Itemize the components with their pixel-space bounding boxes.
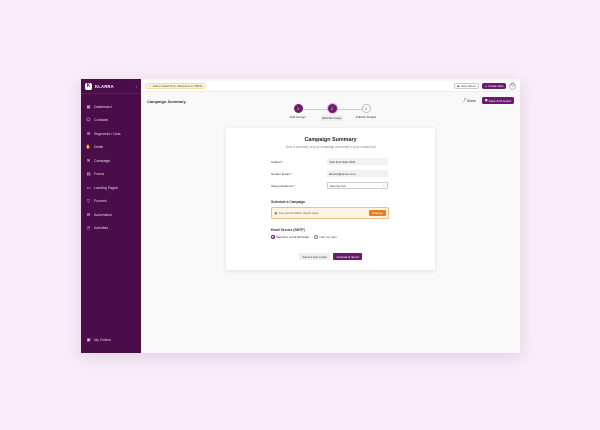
campaign-icon: ✉	[86, 157, 91, 163]
step-label: Edit Design	[290, 115, 306, 119]
app-window: K KLARRA ‹ ▦ Dashboard ☺ Contacts ☰ Segment…	[81, 79, 520, 353]
segments-icon: ☰	[86, 130, 91, 136]
activate-send-button[interactable]: Activate & Send	[332, 253, 362, 260]
deals-icon: ✋	[85, 144, 92, 150]
top-bar: ⚠ Jaime David M.G. Welcome to CRMe ▶ Hel…	[141, 81, 520, 92]
radio-button[interactable]	[314, 235, 318, 239]
sender-email-input[interactable]: abcsub@acme.com	[327, 170, 388, 177]
contacts-icon: ☺	[86, 117, 91, 123]
target-audience-label: Target Audience *	[271, 183, 296, 188]
schedule-box: ▦ Tue Jan 04 2022, (Send now) Change	[271, 207, 389, 219]
sidebar-footer: ▣ My Orders	[81, 334, 141, 348]
change-button[interactable]: Change	[368, 209, 386, 217]
campaign-summary-card: Campaign Summary View a summary of your …	[226, 128, 435, 270]
target-audience-select[interactable]: Monroe List ⌄	[327, 182, 388, 189]
email-service-heading: Email Service (SMTP)	[271, 228, 305, 232]
step-publish-details[interactable]: 3 Publish Details	[351, 104, 381, 119]
save-proceed-button[interactable]: ▣ Save & Proceed	[481, 97, 514, 104]
sidebar-item-my-orders[interactable]: ▣ My Orders	[81, 334, 141, 348]
step-number: 3	[361, 104, 371, 113]
sidebar-item-campaign[interactable]: ✉ Campaign	[81, 154, 141, 168]
radio-own-email[interactable]: Use my own	[314, 235, 337, 239]
page-title: Campaign Summary	[147, 99, 186, 104]
sidebar-item-deals[interactable]: ✋ Deals	[81, 141, 141, 155]
sidebar-item-dashboard[interactable]: ▦ Dashboard	[81, 100, 141, 114]
sidebar-item-automation[interactable]: ⚙ Automation	[81, 208, 141, 222]
radio-button[interactable]	[271, 235, 275, 239]
chevron-left-icon[interactable]: ‹	[135, 84, 137, 89]
user-avatar[interactable]: ☺	[509, 82, 516, 90]
email-service-options: Bamboo email (Default) Use my own	[271, 235, 337, 239]
sidebar-item-forms[interactable]: ▤ Forms	[81, 168, 141, 182]
calendar-icon: ▦	[274, 210, 278, 215]
sidebar-item-activities[interactable]: ◷ Activities	[81, 222, 141, 236]
share-icon: ⤴	[462, 97, 466, 102]
main-content: ⚠ Jaime David M.G. Welcome to CRMe ▶ Hel…	[141, 79, 520, 353]
step-number: 1	[293, 104, 303, 113]
sidebar-item-segments[interactable]: ☰ Segments / Lists	[81, 127, 141, 141]
video-icon: ▶	[457, 83, 460, 88]
dashboard-icon: ▦	[86, 103, 91, 109]
funnels-icon: ▽	[86, 198, 91, 204]
send-test-email-button[interactable]: Send a test email	[299, 253, 330, 260]
schedule-heading: Schedule a Campaign	[271, 200, 306, 204]
page-actions: ⤴ Share ▣ Save & Proceed	[460, 97, 514, 104]
automation-icon: ⚙	[86, 211, 91, 217]
create-new-button[interactable]: + Create New	[482, 82, 506, 90]
chevron-down-icon: ⌄	[382, 183, 385, 187]
card-actions: Send a test email Activate & Send	[226, 253, 435, 260]
step-edit-design[interactable]: 1 Edit Design	[283, 104, 313, 119]
warning-icon: ⚠	[148, 83, 152, 88]
activities-icon: ◷	[86, 225, 91, 231]
save-icon: ▣	[484, 97, 488, 102]
step-edit-summary[interactable]: 2 Edit Summary	[317, 104, 347, 121]
share-button[interactable]: ⤴ Share	[460, 97, 479, 104]
subject-input[interactable]: Year End Sale 2021	[327, 158, 388, 165]
step-number: 2	[327, 104, 337, 113]
target-audience-row: Target Audience * Monroe List ⌄	[271, 182, 389, 189]
landing-pages-icon: ▭	[86, 184, 91, 190]
orders-icon: ▣	[86, 337, 91, 343]
forms-icon: ▤	[86, 171, 91, 177]
subject-row: Subject * Year End Sale 2021	[271, 158, 389, 165]
step-label: Edit Summary	[320, 115, 344, 121]
card-title: Campaign Summary	[304, 137, 357, 143]
sidebar-item-contacts[interactable]: ☺ Contacts	[81, 114, 141, 128]
brand-name: KLARRA	[95, 83, 114, 89]
sidebar-nav: ▦ Dashboard ☺ Contacts ☰ Segments / Lists ✋…	[81, 94, 141, 235]
subject-label: Subject *	[271, 159, 284, 164]
plus-icon: +	[484, 83, 488, 88]
radio-default-email[interactable]: Bamboo email (Default)	[271, 235, 309, 239]
brand-logo: K	[85, 82, 92, 90]
user-icon: ☺	[510, 82, 515, 88]
topbar-actions: ▶ Help videos + Create New ☺	[453, 82, 516, 90]
sender-email-row: Sender Email * abcsub@acme.com	[271, 170, 389, 177]
sidebar-header[interactable]: K KLARRA ‹	[81, 79, 141, 94]
sidebar-item-funnels[interactable]: ▽ Funnels	[81, 195, 141, 209]
step-label: Publish Details	[355, 115, 377, 119]
card-subtitle: View a summary of your campaign and emai…	[285, 145, 376, 149]
stepper: 1 Edit Design 2 Edit Summary 3 Publish D…	[283, 104, 381, 126]
welcome-banner: ⚠ Jaime David M.G. Welcome to CRMe	[145, 82, 206, 90]
schedule-text: Tue Jan 04 2022, (Send now)	[278, 211, 319, 215]
sender-email-label: Sender Email *	[271, 171, 292, 176]
sidebar: K KLARRA ‹ ▦ Dashboard ☺ Contacts ☰ Segment…	[81, 79, 141, 353]
sidebar-item-landing-pages[interactable]: ▭ Landing Pages	[81, 181, 141, 195]
help-videos-button[interactable]: ▶ Help videos	[453, 82, 480, 90]
